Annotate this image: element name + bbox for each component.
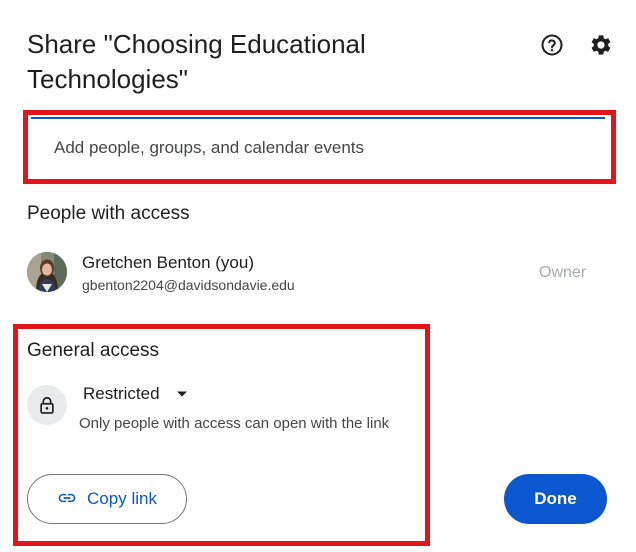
gear-icon[interactable] [588,32,614,58]
link-icon [57,488,77,511]
person-email: gbenton2204@davidsondavie.edu [82,277,295,293]
people-with-access-heading: People with access [27,203,190,224]
dialog-title: Share "Choosing Educational Technologies… [27,29,366,94]
copy-link-label: Copy link [87,489,157,508]
help-circle-icon[interactable] [539,32,565,58]
done-button[interactable]: Done [504,474,607,524]
lock-icon [27,385,67,425]
general-access-heading: General access [27,340,160,361]
add-people-input[interactable] [31,117,605,176]
caret-down-icon [176,390,188,398]
general-access-dropdown[interactable]: Restricted [77,380,194,408]
copy-link-button[interactable]: Copy link [27,474,187,524]
share-dialog: Share "Choosing Educational Technologies… [0,0,636,552]
person-role: Owner [539,264,587,281]
avatar [27,252,67,292]
person-name: Gretchen Benton (you) [82,253,254,272]
general-access-selected: Restricted [83,384,160,403]
general-access-description: Only people with access can open with th… [79,415,390,432]
